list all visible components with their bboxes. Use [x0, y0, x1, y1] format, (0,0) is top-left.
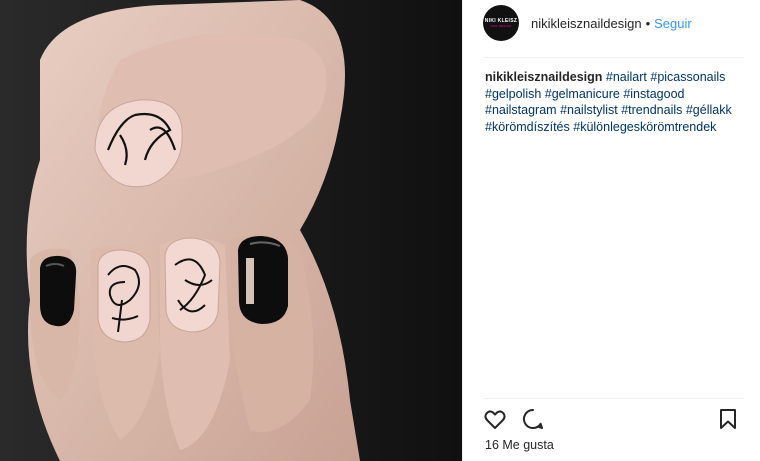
hashtag-link[interactable]: #géllakk	[686, 103, 732, 117]
hashtag-link[interactable]: #gelpolish	[485, 87, 541, 101]
post-sidebar: NIKI KLEISZ NAIL DESIGN nikikleisznailde…	[462, 0, 760, 461]
comment-icon[interactable]	[521, 407, 545, 431]
caption-username[interactable]: nikikleisznaildesign	[485, 70, 602, 84]
username-link[interactable]: nikikleisznaildesign	[531, 16, 642, 31]
likes-count[interactable]: 16 Me gusta	[485, 438, 554, 452]
divider-top	[483, 57, 744, 58]
hashtag-link[interactable]: #gelmanicure	[545, 87, 620, 101]
bookmark-icon[interactable]	[716, 407, 740, 431]
hashtag-link[interactable]: #nailart	[606, 70, 647, 84]
hashtag-link[interactable]: #körömdíszítés	[485, 120, 570, 134]
hashtag-link[interactable]: #instagood	[623, 87, 684, 101]
hashtag-link[interactable]: #különlegeskörömtrendek	[573, 120, 716, 134]
nail-art-photo	[0, 0, 462, 461]
post-header: NIKI KLEISZ NAIL DESIGN nikikleisznailde…	[483, 3, 744, 43]
hashtag-link[interactable]: #trendnails	[621, 103, 682, 117]
hashtag-link[interactable]: #nailstagram	[485, 103, 557, 117]
hashtag-link[interactable]: #nailstylist	[560, 103, 618, 117]
post-photo[interactable]	[0, 0, 462, 461]
post-actions	[483, 406, 744, 432]
avatar[interactable]: NIKI KLEISZ NAIL DESIGN	[483, 5, 519, 41]
post-caption: nikikleisznaildesign #nailart #picassona…	[485, 69, 740, 135]
heart-icon[interactable]	[483, 407, 507, 431]
avatar-text-bottom: NAIL DESIGN	[490, 24, 512, 28]
hashtag-link[interactable]: #picassonails	[650, 70, 725, 84]
follow-button[interactable]: Seguir	[654, 16, 692, 31]
separator-dot: •	[645, 15, 651, 31]
divider-bottom	[483, 398, 744, 399]
